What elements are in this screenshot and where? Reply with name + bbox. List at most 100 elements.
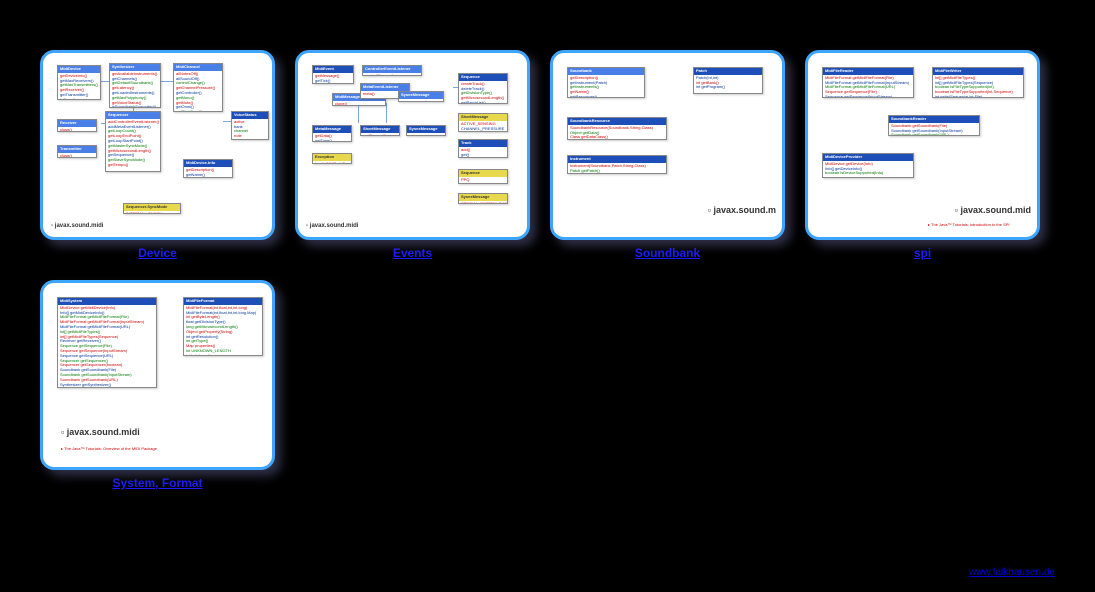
- footer-link[interactable]: www.falkhausen.de: [969, 567, 1055, 578]
- uml-member: isSoundbankSupported(): [112, 105, 158, 106]
- uml-class-body: InvalidMidiDataExceptionMidiUnavailableE…: [313, 161, 351, 163]
- uml-class-title: MidiFileFormat: [184, 298, 262, 305]
- diagram-card[interactable]: MidiEventgetMessage()getTick()setTick()C…: [295, 50, 530, 240]
- uml-class-title: ShortMessage: [459, 114, 507, 121]
- uml-class-box: SoundbankgetDescription()getInstrument(P…: [567, 67, 645, 98]
- package-label: ▫ javax.sound.midi: [51, 223, 103, 229]
- uml-class-title: SoundbankReader: [889, 116, 979, 123]
- uml-class-body: createTrack()deleteTrack()getDivisionTyp…: [459, 81, 507, 103]
- diagram-thumbnail[interactable]: MidiFileReaderMidiFileFormat getMidiFile…: [805, 50, 1040, 260]
- uml-class-body: SoundbankResource(Soundbank,String,Class…: [568, 125, 666, 139]
- uml-class-body: activebankchannelnotevelocityvolume: [232, 119, 268, 139]
- uml-member: int byteLength: [186, 354, 260, 355]
- uml-member: Soundbank getSoundbank(URL): [891, 133, 977, 134]
- tutorial-link[interactable]: ▸ The Java™ Tutorials: Introduction to t…: [928, 222, 1010, 227]
- uml-class-title: ShortMessage: [361, 126, 399, 133]
- uml-member: clone(): [335, 102, 383, 105]
- diagram-thumbnail[interactable]: MidiEventgetMessage()getTick()setTick()C…: [295, 50, 530, 260]
- uml-class-box: SequencePPQSMPTE_24SMPTE_25SMPTE_30: [458, 169, 508, 184]
- package-label: ▫ javax.sound.mid: [955, 205, 1031, 215]
- diagram-card[interactable]: MidiSystemMidiDevice getMidiDevice(Info)…: [40, 280, 275, 470]
- uml-class-title: SysexMessage: [399, 92, 443, 99]
- uml-class-box: SequencecreateTrack()deleteTrack()getDiv…: [458, 73, 508, 104]
- diagram-thumbnail[interactable]: MidiDevicegetDeviceInfo()getMaxReceivers…: [40, 50, 275, 260]
- uml-class-body: getDeviceInfo()getMaxReceivers()getMaxTr…: [58, 73, 100, 99]
- uml-class-title: SysexMessage: [407, 126, 445, 133]
- uml-class-title: MidiSystem: [58, 298, 156, 305]
- diagram-thumbnail[interactable]: Soundbank getDescription()getInstrument(P…: [550, 50, 785, 260]
- tutorial-link[interactable]: ▸ The Java™ Tutorials: Overview of the M…: [61, 446, 157, 451]
- uml-class-box: Receiverclose()send(): [57, 119, 97, 132]
- uml-class-box: PatchPatch(int,int)int getBank()int getP…: [693, 67, 763, 94]
- uml-member: boolean isDeviceSupported(Info): [825, 171, 911, 176]
- uml-class-box: InstrumentInstrument(Soundbank,Patch,Str…: [567, 155, 667, 174]
- diagram-caption[interactable]: Events: [393, 246, 432, 260]
- uml-class-body: addControllerEventListener()addMetaEvent…: [106, 119, 160, 171]
- uml-class-title: Synthesizer: [110, 64, 160, 71]
- uml-class-title: MidiEvent: [313, 66, 353, 73]
- uml-class-box: ShortMessageACTIVE_SENSINGCHANNEL_PRESSU…: [458, 113, 508, 132]
- uml-class-body: Instrument(Soundbank,Patch,String,Class)…: [568, 163, 666, 173]
- uml-class-box: Transmitterclose()getReceiver(): [57, 145, 97, 158]
- uml-class-box: MidiDevicegetDeviceInfo()getMaxReceivers…: [57, 65, 101, 100]
- diagram-card[interactable]: MidiDevicegetDeviceInfo()getMaxReceivers…: [40, 50, 275, 240]
- uml-class-title: Sequence: [459, 170, 507, 177]
- uml-class-body: clone()getLength()getMessage()getStatus(…: [333, 101, 385, 105]
- connector-line: [358, 103, 359, 123]
- uml-class-body: MidiFileFormat(int,float,int,int,long)Mi…: [184, 305, 262, 355]
- uml-class-title: SysexMessage: [459, 194, 507, 201]
- uml-class-body: ACTIVE_SENSINGCHANNEL_PRESSURECONTINUECO…: [459, 121, 507, 131]
- diagram-card[interactable]: MidiFileReaderMidiFileFormat getMidiFile…: [805, 50, 1040, 240]
- uml-class-title: Transmitter: [58, 146, 96, 153]
- uml-class-title: SoundbankResource: [568, 118, 666, 125]
- uml-class-title: ControllerEventListener: [363, 66, 421, 73]
- uml-class-title: Exception: [313, 154, 351, 161]
- uml-member: close(): [60, 128, 94, 131]
- uml-class-body: close()getReceiver(): [58, 153, 96, 157]
- connector-line: [223, 121, 231, 122]
- uml-class-title: MetaMessage: [313, 126, 351, 133]
- uml-class-box: ControllerEventListenercontrolChange(): [362, 65, 422, 76]
- uml-class-box: Sequencer.SyncModeINTERNAL_CLOCK ...: [123, 203, 181, 214]
- uml-class-body: SPECIAL_SYSTEM_EXCLUSIVESYSTEM_EXCLUSIVE: [459, 201, 507, 203]
- uml-member: getPatchList(): [461, 101, 505, 103]
- uml-member: getType(): [315, 139, 349, 141]
- uml-member: getTempo(): [108, 163, 158, 168]
- diagram-caption[interactable]: Device: [138, 246, 177, 260]
- uml-class-title: Track: [459, 140, 507, 147]
- uml-class-title: MidiFileWriter: [933, 68, 1023, 75]
- connector-line: [161, 81, 173, 82]
- uml-class-title: MetaEventListener: [361, 84, 409, 91]
- uml-class-body: allNotesOff()allSoundOff()controlChange(…: [174, 71, 222, 111]
- uml-class-body: PPQSMPTE_24SMPTE_25SMPTE_30: [459, 177, 507, 183]
- uml-class-box: MidiFileReaderMidiFileFormat getMidiFile…: [822, 67, 914, 98]
- uml-class-title: Instrument: [568, 156, 666, 163]
- uml-member: int getProgram(): [696, 85, 760, 90]
- uml-class-title: Patch: [694, 68, 762, 75]
- package-label: ▫ javax.sound.m: [708, 205, 776, 215]
- uml-class-title: Sequencer.SyncMode: [124, 204, 180, 211]
- diagram-caption[interactable]: Soundbank: [635, 246, 700, 260]
- package-label: ▫ javax.sound.midi: [61, 427, 140, 437]
- uml-class-box: MidiDeviceProviderMidiDevice getDevice(I…: [822, 153, 914, 178]
- uml-member: close(): [60, 154, 94, 157]
- uml-class-title: MidiFileReader: [823, 68, 913, 75]
- uml-class-title: VoiceStatus: [232, 112, 268, 119]
- uml-class-body: [399, 99, 443, 101]
- uml-member: Sequence getSequence(InputStream): [825, 95, 911, 97]
- diagram-thumbnail[interactable]: MidiSystemMidiDevice getMidiDevice(Info)…: [40, 280, 275, 490]
- package-label: ▫ javax.sound.midi: [306, 223, 358, 229]
- uml-class-title: Sequence: [459, 74, 507, 81]
- diagram-card[interactable]: SoundbankgetDescription()getInstrument(P…: [550, 50, 785, 240]
- uml-class-body: [407, 133, 445, 135]
- uml-class-body: getDescription()getInstrument(Patch)getI…: [568, 75, 644, 97]
- uml-member: INTERNAL_CLOCK ...: [126, 212, 178, 213]
- diagram-caption[interactable]: spi: [914, 246, 931, 260]
- uml-class-box: VoiceStatusactivebankchannelnotevelocity…: [231, 111, 269, 140]
- diagram-caption[interactable]: System, Format: [112, 476, 202, 490]
- uml-member: InvalidMidiDataException: [315, 162, 349, 163]
- connector-line: [101, 81, 109, 82]
- uml-member: getResources(): [570, 95, 642, 97]
- uml-class-body: add()get()remove()size()ticks(): [459, 147, 507, 157]
- thumbnail-grid: MidiDevicegetDeviceInfo()getMaxReceivers…: [0, 0, 1095, 500]
